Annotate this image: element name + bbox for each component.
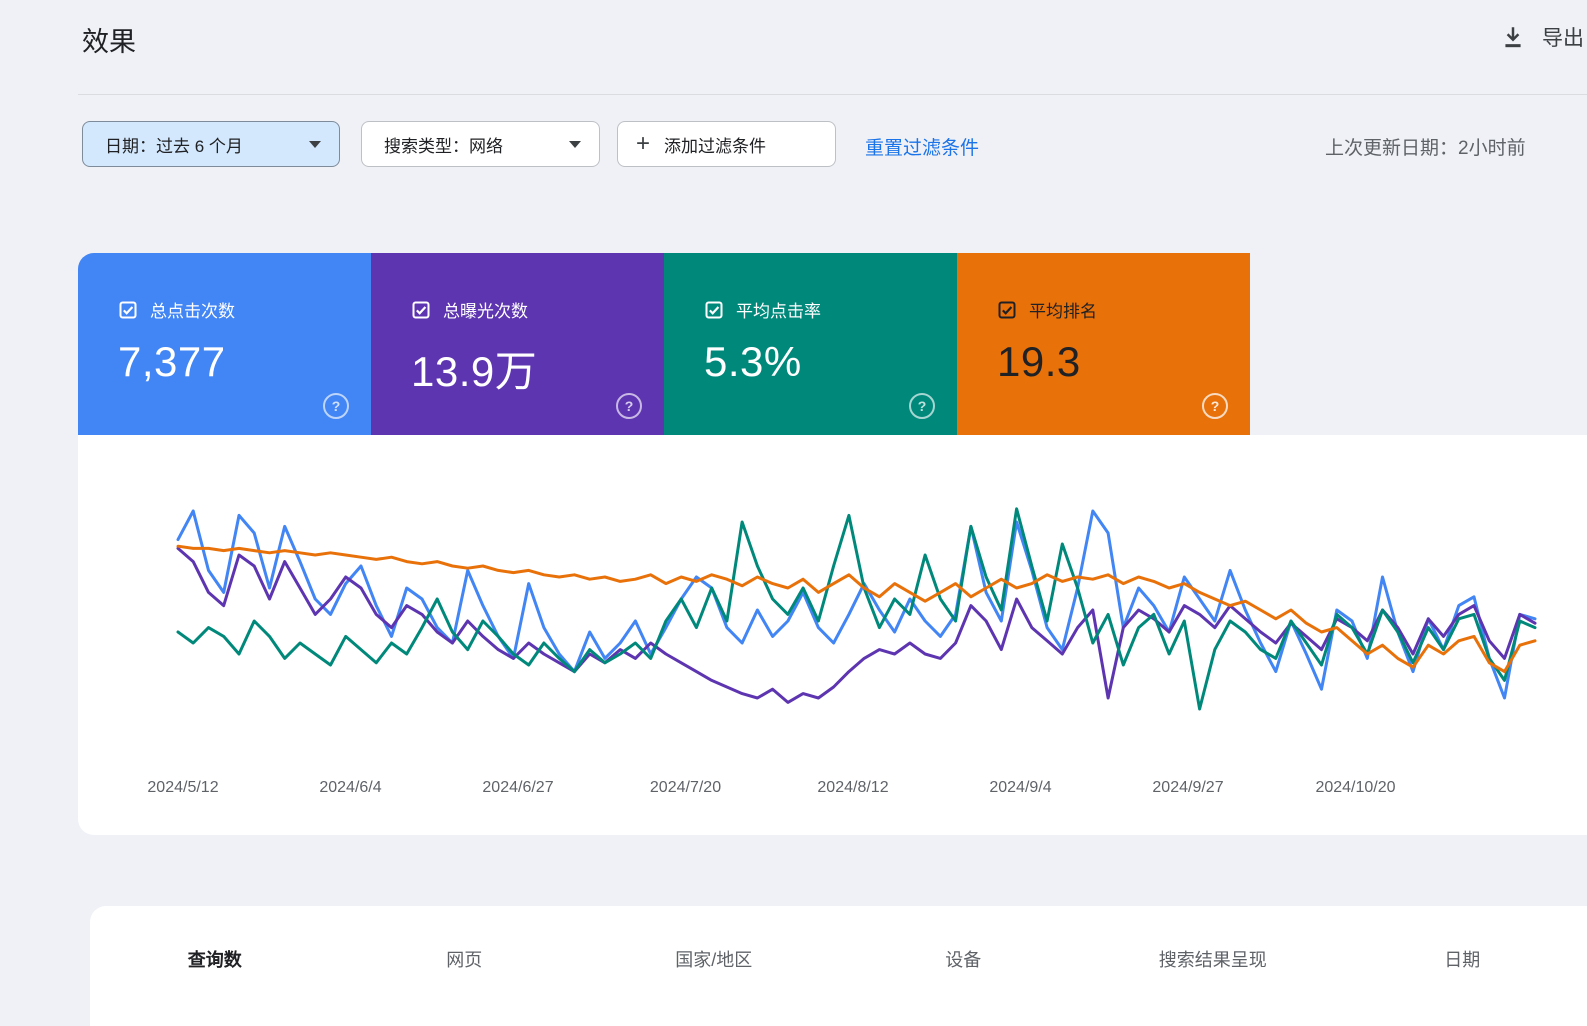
page-title: 效果 <box>82 20 136 59</box>
dimensions-panel: 查询数 网页 国家/地区 设备 搜索结果呈现 日期 <box>90 906 1587 1026</box>
x-axis-label: 2024/9/4 <box>989 779 1051 797</box>
tab-search-appearance[interactable]: 搜索结果呈现 <box>1088 940 1338 978</box>
date-filter-chip[interactable]: 日期：过去 6 个月 <box>82 121 340 167</box>
metric-card-position[interactable]: 平均排名 19.3 ? <box>957 253 1250 435</box>
search-type-label: 搜索类型：网络 <box>384 132 503 157</box>
last-updated-text: 上次更新日期：2小时前 <box>1325 133 1587 160</box>
metric-label: 平均排名 <box>1029 297 1097 322</box>
chevron-down-icon <box>309 141 321 148</box>
x-axis-label: 2024/7/20 <box>650 779 721 797</box>
export-button[interactable]: 导出 <box>1500 22 1587 52</box>
x-axis: 2024/5/12 2024/6/4 2024/6/27 2024/7/20 2024/… <box>78 779 1587 803</box>
metric-label: 总点击次数 <box>150 297 235 322</box>
checkbox-checked-icon[interactable] <box>118 300 138 320</box>
performance-chart[interactable]: 2024/5/12 2024/6/4 2024/6/27 2024/7/20 2024/… <box>78 435 1587 835</box>
chart-lines <box>78 435 1587 835</box>
metric-label: 总曝光次数 <box>443 297 528 322</box>
metric-value: 13.9万 <box>411 338 664 399</box>
help-icon[interactable]: ? <box>616 393 642 419</box>
dimension-tabs: 查询数 网页 国家/地区 设备 搜索结果呈现 日期 <box>90 906 1587 978</box>
tab-queries[interactable]: 查询数 <box>90 940 340 978</box>
add-filter-button[interactable]: + 添加过滤条件 <box>617 121 836 167</box>
x-axis-label: 2024/5/12 <box>147 779 218 797</box>
help-icon[interactable]: ? <box>323 393 349 419</box>
tab-devices[interactable]: 设备 <box>839 940 1089 978</box>
help-icon[interactable]: ? <box>1202 393 1228 419</box>
x-axis-label: 2024/10/20 <box>1315 779 1395 797</box>
add-filter-label: 添加过滤条件 <box>664 132 766 157</box>
tab-pages[interactable]: 网页 <box>340 940 590 978</box>
plus-icon: + <box>636 132 650 156</box>
x-axis-label: 2024/9/27 <box>1152 779 1223 797</box>
download-icon <box>1500 24 1526 50</box>
metric-cards-row: 总点击次数 7,377 ? 总曝光次数 13.9万 ? 平均点击率 5.3% ? <box>78 253 1250 435</box>
metric-card-impressions[interactable]: 总曝光次数 13.9万 ? <box>371 253 664 435</box>
series-line-1 <box>178 548 1535 702</box>
x-axis-label: 2024/6/27 <box>482 779 553 797</box>
tab-countries[interactable]: 国家/地区 <box>589 940 839 978</box>
metric-value: 5.3% <box>704 338 957 386</box>
checkbox-checked-icon[interactable] <box>997 300 1017 320</box>
series-line-0 <box>178 511 1535 698</box>
header-divider <box>78 94 1587 95</box>
metric-label: 平均点击率 <box>736 297 821 322</box>
export-label: 导出 <box>1542 22 1584 52</box>
chevron-down-icon <box>569 141 581 148</box>
search-type-filter-chip[interactable]: 搜索类型：网络 <box>361 121 600 167</box>
series-line-3 <box>178 546 1535 671</box>
date-filter-label: 日期：过去 6 个月 <box>105 132 243 157</box>
x-axis-label: 2024/6/4 <box>319 779 381 797</box>
metric-value: 7,377 <box>118 338 371 386</box>
help-icon[interactable]: ? <box>909 393 935 419</box>
reset-filters-link[interactable]: 重置过滤条件 <box>865 133 979 160</box>
metric-card-clicks[interactable]: 总点击次数 7,377 ? <box>78 253 371 435</box>
series-line-2 <box>178 509 1535 709</box>
x-axis-label: 2024/8/12 <box>817 779 888 797</box>
metric-value: 19.3 <box>997 338 1250 386</box>
checkbox-checked-icon[interactable] <box>411 300 431 320</box>
tab-dates[interactable]: 日期 <box>1338 940 1587 978</box>
metric-card-ctr[interactable]: 平均点击率 5.3% ? <box>664 253 957 435</box>
checkbox-checked-icon[interactable] <box>704 300 724 320</box>
